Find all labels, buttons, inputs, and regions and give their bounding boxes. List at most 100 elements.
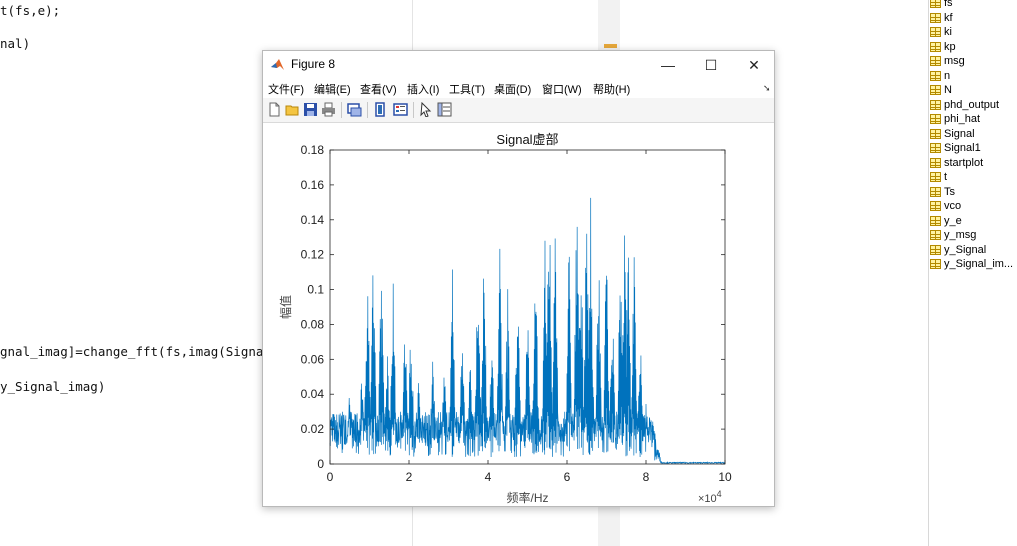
minimize-button[interactable]: — — [648, 54, 688, 76]
workspace-variable-item[interactable]: y_e — [930, 214, 1017, 229]
signal-chart[interactable]: 0 2 4 6 8 10 0 0.02 0.04 0.06 0.08 0.1 0.12 0.14 0.16 0… — [263, 123, 774, 506]
menu-help[interactable]: 帮助(H) — [593, 81, 630, 97]
workspace-variable-list[interactable]: fs kf ki kp msg n Nphd_output phi_hat Signal Sign… — [930, 0, 1017, 272]
variable-name: kf — [944, 11, 953, 24]
figure-toolbar — [263, 98, 774, 123]
workspace-variable-item[interactable]: fs — [930, 0, 1017, 11]
variable-icon — [930, 143, 941, 154]
pointer-icon[interactable] — [419, 102, 434, 117]
x-exponent-power: 4 — [717, 489, 722, 499]
variable-icon — [930, 99, 941, 110]
chart-title: Signal虚部 — [496, 132, 558, 147]
menu-tools[interactable]: 工具(T) — [449, 81, 485, 97]
variable-icon — [930, 70, 941, 81]
code-line[interactable]: nal) — [0, 36, 30, 51]
code-line[interactable]: y_Signal_imag) — [0, 379, 105, 394]
menu-desktop[interactable]: 桌面(D) — [494, 81, 531, 97]
x-axis-label: 频率/Hz — [506, 490, 548, 505]
variable-name: vco — [944, 200, 962, 213]
workspace-variable-item[interactable]: y_msg — [930, 228, 1017, 243]
variable-icon — [930, 41, 941, 52]
x-tick-label: 2 — [406, 470, 413, 484]
variable-icon — [930, 157, 941, 168]
new-figure-icon[interactable] — [267, 102, 282, 117]
variable-name: kp — [944, 40, 956, 53]
menu-more-icon[interactable]: ➘ — [763, 83, 771, 94]
variable-name: n — [944, 69, 951, 82]
save-icon[interactable] — [303, 102, 318, 117]
workspace-variable-item[interactable]: startplot — [930, 156, 1017, 171]
property-editor-icon[interactable] — [437, 102, 452, 117]
variable-icon — [930, 230, 941, 241]
legend-icon[interactable] — [393, 102, 408, 117]
workspace-variable-item[interactable]: N — [930, 83, 1017, 98]
open-file-icon[interactable] — [285, 102, 300, 117]
y-tick-label: 0.14 — [301, 213, 325, 227]
code-line[interactable]: t(fs,e); — [0, 3, 60, 18]
variable-name: phi_hat — [944, 113, 981, 126]
variable-icon — [930, 85, 941, 96]
figure-window[interactable]: Figure 8 — ☐ ✕ 文件(F) 编辑(E) 查看(V) 插入(I) 工… — [262, 50, 775, 507]
x-tick-label: 4 — [485, 470, 492, 484]
workspace-divider — [928, 0, 929, 546]
code-analyzer-marker[interactable] — [604, 44, 617, 48]
x-axis-exponent: ×104 — [698, 489, 722, 505]
menu-file[interactable]: 文件(F) — [268, 81, 304, 97]
maximize-button[interactable]: ☐ — [691, 54, 731, 76]
variable-icon — [930, 128, 941, 139]
y-axis-label: 幅值 — [278, 295, 293, 319]
y-tick-label: 0.1 — [307, 283, 324, 297]
colorbar-icon[interactable] — [373, 102, 388, 117]
variable-name: startplot — [944, 156, 984, 169]
variable-name: phd_output — [944, 98, 1000, 111]
y-tick-label: 0.06 — [301, 352, 325, 366]
workspace-variable-item[interactable]: t — [930, 170, 1017, 185]
workspace-variable-item[interactable]: y_Signal_im... — [930, 257, 1017, 272]
print-icon[interactable] — [321, 102, 336, 117]
workspace-variable-item[interactable]: n — [930, 69, 1017, 84]
matlab-icon — [271, 59, 284, 70]
toolbar-separator — [367, 102, 368, 118]
y-tick-label: 0.04 — [301, 387, 325, 401]
variable-name: y_msg — [944, 229, 977, 242]
workspace-variable-item[interactable]: Ts — [930, 185, 1017, 200]
variable-name: y_e — [944, 214, 962, 227]
x-tick-label: 10 — [718, 470, 732, 484]
workspace-variable-item[interactable]: y_Signal — [930, 243, 1017, 258]
figure-canvas[interactable]: 0 2 4 6 8 10 0 0.02 0.04 0.06 0.08 0.1 0.12 0.14 0.16 0… — [263, 123, 774, 506]
variable-name: y_Signal_im... — [944, 258, 1014, 271]
toolbar-separator — [413, 102, 414, 118]
workspace-variable-item[interactable]: phd_output — [930, 98, 1017, 113]
y-tick-label: 0.18 — [301, 143, 325, 157]
workspace-variable-item[interactable]: Signal — [930, 127, 1017, 142]
x-exponent-base: ×10 — [698, 493, 717, 505]
variable-icon — [930, 172, 941, 183]
figure-titlebar[interactable]: Figure 8 — ☐ ✕ — [263, 51, 774, 78]
variable-icon — [930, 56, 941, 67]
x-tick-label: 8 — [643, 470, 650, 484]
code-line[interactable]: gnal_imag]=change_fft(fs,imag(Signal — [0, 344, 271, 359]
link-plot-icon[interactable] — [347, 102, 362, 117]
close-button[interactable]: ✕ — [734, 54, 774, 76]
workspace-variable-item[interactable]: Signal1 — [930, 141, 1017, 156]
variable-icon — [930, 27, 941, 38]
workspace-variable-item[interactable]: phi_hat — [930, 112, 1017, 127]
workspace-variable-item[interactable]: msg — [930, 54, 1017, 69]
variable-name: N — [944, 84, 952, 97]
menu-insert[interactable]: 插入(I) — [407, 81, 439, 97]
workspace-variable-item[interactable]: kp — [930, 40, 1017, 55]
figure-menubar: 文件(F) 编辑(E) 查看(V) 插入(I) 工具(T) 桌面(D) 窗口(W… — [263, 78, 774, 98]
variable-icon — [930, 259, 941, 270]
variable-icon — [930, 0, 941, 9]
menu-edit[interactable]: 编辑(E) — [314, 81, 351, 97]
menu-view[interactable]: 查看(V) — [360, 81, 397, 97]
workspace-variable-item[interactable]: vco — [930, 199, 1017, 214]
workspace-variable-item[interactable]: ki — [930, 25, 1017, 40]
variable-name: msg — [944, 55, 965, 68]
workspace-variable-item[interactable]: kf — [930, 11, 1017, 26]
menu-window[interactable]: 窗口(W) — [542, 81, 582, 97]
x-tick-label: 0 — [327, 470, 334, 484]
variable-icon — [930, 114, 941, 125]
variable-name: fs — [944, 0, 953, 10]
variable-name: Ts — [944, 185, 955, 198]
